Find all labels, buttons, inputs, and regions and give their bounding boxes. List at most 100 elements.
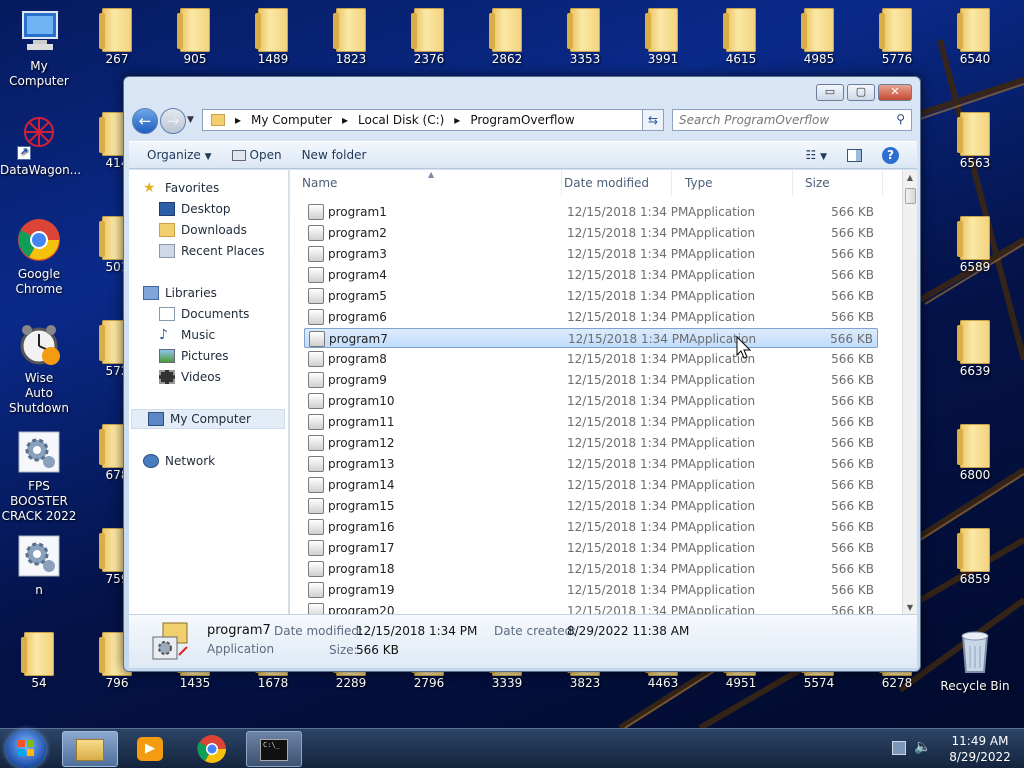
desktop-folder[interactable]: 905 bbox=[156, 4, 234, 67]
table-row[interactable]: program15 12/15/2018 1:34 PM Application 56… bbox=[304, 496, 878, 516]
new-folder-button[interactable]: New folder bbox=[292, 143, 377, 167]
windows-logo-icon bbox=[18, 740, 34, 756]
taskbar-chrome[interactable] bbox=[184, 731, 240, 767]
table-row[interactable]: program20 12/15/2018 1:34 PM Application 56… bbox=[304, 601, 878, 614]
desktop-folder[interactable]: 6859 bbox=[936, 524, 1014, 587]
nav-libraries[interactable]: Libraries bbox=[143, 283, 288, 303]
desktop-folder[interactable]: 3991 bbox=[624, 4, 702, 67]
nav-network[interactable]: Network bbox=[143, 451, 288, 471]
column-header-date-modified[interactable]: Date modified bbox=[552, 170, 672, 196]
table-row[interactable]: program6 12/15/2018 1:34 PM Application 566… bbox=[304, 307, 878, 327]
table-row[interactable]: program9 12/15/2018 1:34 PM Application 566… bbox=[304, 370, 878, 390]
breadcrumb-programoverflow[interactable]: ProgramOverflow bbox=[470, 113, 574, 127]
table-row[interactable]: program1 12/15/2018 1:34 PM Application 566… bbox=[304, 202, 878, 222]
table-row-selected[interactable]: program7 12/15/2018 1:34 PM Application 566… bbox=[304, 328, 878, 348]
table-row[interactable]: program4 12/15/2018 1:34 PM Application 566… bbox=[304, 265, 878, 285]
network-tray-icon[interactable] bbox=[892, 741, 906, 755]
desktop-folder[interactable]: 5776 bbox=[858, 4, 936, 67]
table-row[interactable]: program18 12/15/2018 1:34 PM Application 56… bbox=[304, 559, 878, 579]
column-header-size[interactable]: Size bbox=[793, 170, 883, 196]
desktop-folder[interactable]: 2376 bbox=[390, 4, 468, 67]
desktop-folder[interactable]: 267 bbox=[78, 4, 156, 67]
nav-desktop[interactable]: Desktop bbox=[159, 199, 288, 219]
scroll-up-icon[interactable]: ▲ bbox=[903, 173, 917, 182]
forward-button[interactable]: → bbox=[160, 108, 186, 134]
back-button[interactable]: ← bbox=[132, 108, 158, 134]
datawagon-shortcut[interactable]: ↗ DataWagon... bbox=[0, 112, 81, 178]
nav-my-computer[interactable]: My Computer bbox=[131, 409, 285, 429]
wise-auto-shutdown-shortcut[interactable]: Wise Auto Shutdown bbox=[0, 320, 78, 416]
table-row[interactable]: program19 12/15/2018 1:34 PM Application 56… bbox=[304, 580, 878, 600]
nav-recent-places[interactable]: Recent Places bbox=[159, 241, 288, 261]
breadcrumb-local-disk[interactable]: Local Disk (C:) bbox=[358, 113, 444, 127]
view-options-button[interactable]: ☷ ▼ bbox=[795, 143, 837, 167]
desktop-folder[interactable]: 3353 bbox=[546, 4, 624, 67]
desktop-folder[interactable]: 6563 bbox=[936, 108, 1014, 171]
taskbar-media-player[interactable]: ▶ bbox=[122, 731, 178, 767]
desktop-folder[interactable]: 1489 bbox=[234, 4, 312, 67]
address-bar[interactable]: ▸ My Computer ▸ Local Disk (C:) ▸ Progra… bbox=[202, 109, 662, 131]
table-row[interactable]: program14 12/15/2018 1:34 PM Application 56… bbox=[304, 475, 878, 495]
table-row[interactable]: program2 12/15/2018 1:34 PM Application 566… bbox=[304, 223, 878, 243]
help-button[interactable]: ? bbox=[872, 143, 909, 167]
desktop-folder[interactable]: 54 bbox=[0, 628, 78, 691]
table-row[interactable]: program17 12/15/2018 1:34 PM Application 56… bbox=[304, 538, 878, 558]
start-button[interactable] bbox=[6, 730, 46, 768]
table-row[interactable]: program16 12/15/2018 1:34 PM Application 56… bbox=[304, 517, 878, 537]
minimize-button[interactable]: ▭ bbox=[816, 84, 844, 101]
table-row[interactable]: program12 12/15/2018 1:34 PM Application 56… bbox=[304, 433, 878, 453]
desktop-folder[interactable]: 6540 bbox=[936, 4, 1014, 67]
file-type: Application bbox=[688, 247, 756, 261]
preview-pane-button[interactable] bbox=[837, 143, 872, 167]
desktop-folder[interactable]: 1823 bbox=[312, 4, 390, 67]
recycle-bin[interactable]: Recycle Bin bbox=[936, 628, 1014, 694]
application-icon bbox=[308, 435, 324, 451]
desktop-folder[interactable]: 6800 bbox=[936, 420, 1014, 483]
clock[interactable]: 11:49 AM 8/29/2022 bbox=[940, 733, 1020, 765]
organize-button[interactable]: Organize ▼ bbox=[137, 143, 222, 167]
maximize-button[interactable]: ▢ bbox=[847, 84, 875, 101]
open-button[interactable]: Open bbox=[222, 143, 292, 167]
chrome-shortcut[interactable]: Google Chrome bbox=[0, 216, 78, 297]
recent-pages-chevron-icon[interactable]: ▼ bbox=[187, 115, 194, 125]
fps-booster-shortcut[interactable]: FPS BOOSTER CRACK 2022 bbox=[0, 428, 78, 524]
vertical-scrollbar[interactable]: ▲ ▼ bbox=[902, 170, 917, 614]
file-date: 12/15/2018 1:34 PM bbox=[567, 352, 689, 366]
nav-videos[interactable]: Videos bbox=[159, 367, 288, 387]
desktop-folder[interactable]: 4615 bbox=[702, 4, 780, 67]
table-row[interactable]: program11 12/15/2018 1:34 PM Application 56… bbox=[304, 412, 878, 432]
file-date: 12/15/2018 1:34 PM bbox=[567, 394, 689, 408]
desktop-folder[interactable]: 4985 bbox=[780, 4, 858, 67]
search-input[interactable]: Search ProgramOverflow ⚲ bbox=[672, 109, 912, 131]
scroll-down-icon[interactable]: ▼ bbox=[903, 603, 917, 612]
table-row[interactable]: program13 12/15/2018 1:34 PM Application 56… bbox=[304, 454, 878, 474]
taskbar-explorer[interactable] bbox=[62, 731, 118, 767]
explorer-window[interactable]: ▭ ▢ ✕ ← → ▼ ▸ My Computer ▸ Local Disk (… bbox=[123, 76, 921, 672]
folder-icon bbox=[645, 8, 678, 52]
breadcrumb-my-computer[interactable]: My Computer bbox=[251, 113, 332, 127]
my-computer-shortcut[interactable]: My Computer bbox=[0, 8, 78, 89]
desktop-folder[interactable]: 6639 bbox=[936, 316, 1014, 379]
documents-icon bbox=[159, 307, 175, 321]
column-header-type[interactable]: Type bbox=[673, 170, 793, 196]
desktop-folder[interactable]: 2862 bbox=[468, 4, 546, 67]
refresh-button[interactable]: ⇆ bbox=[642, 109, 664, 131]
nav-music[interactable]: ♪ Music bbox=[159, 325, 288, 345]
close-button[interactable]: ✕ bbox=[878, 84, 912, 101]
folder-icon bbox=[879, 8, 912, 52]
column-header-name[interactable]: Name ▲ bbox=[290, 170, 562, 196]
table-row[interactable]: program10 12/15/2018 1:34 PM Application 56… bbox=[304, 391, 878, 411]
table-row[interactable]: program3 12/15/2018 1:34 PM Application 566… bbox=[304, 244, 878, 264]
scrollbar-thumb[interactable] bbox=[905, 188, 916, 204]
n-shortcut[interactable]: n bbox=[0, 532, 78, 598]
nav-favorites[interactable]: ★ Favorites bbox=[143, 178, 288, 198]
nav-downloads[interactable]: Downloads bbox=[159, 220, 288, 240]
table-row[interactable]: program5 12/15/2018 1:34 PM Application 566… bbox=[304, 286, 878, 306]
volume-tray-icon[interactable]: 🔈 bbox=[914, 739, 931, 755]
organize-label: Organize bbox=[147, 148, 201, 162]
taskbar-command-prompt[interactable]: C:\_ bbox=[246, 731, 302, 767]
nav-documents[interactable]: Documents bbox=[159, 304, 288, 324]
desktop-folder[interactable]: 6589 bbox=[936, 212, 1014, 275]
nav-pictures[interactable]: Pictures bbox=[159, 346, 288, 366]
table-row[interactable]: program8 12/15/2018 1:34 PM Application 566… bbox=[304, 349, 878, 369]
